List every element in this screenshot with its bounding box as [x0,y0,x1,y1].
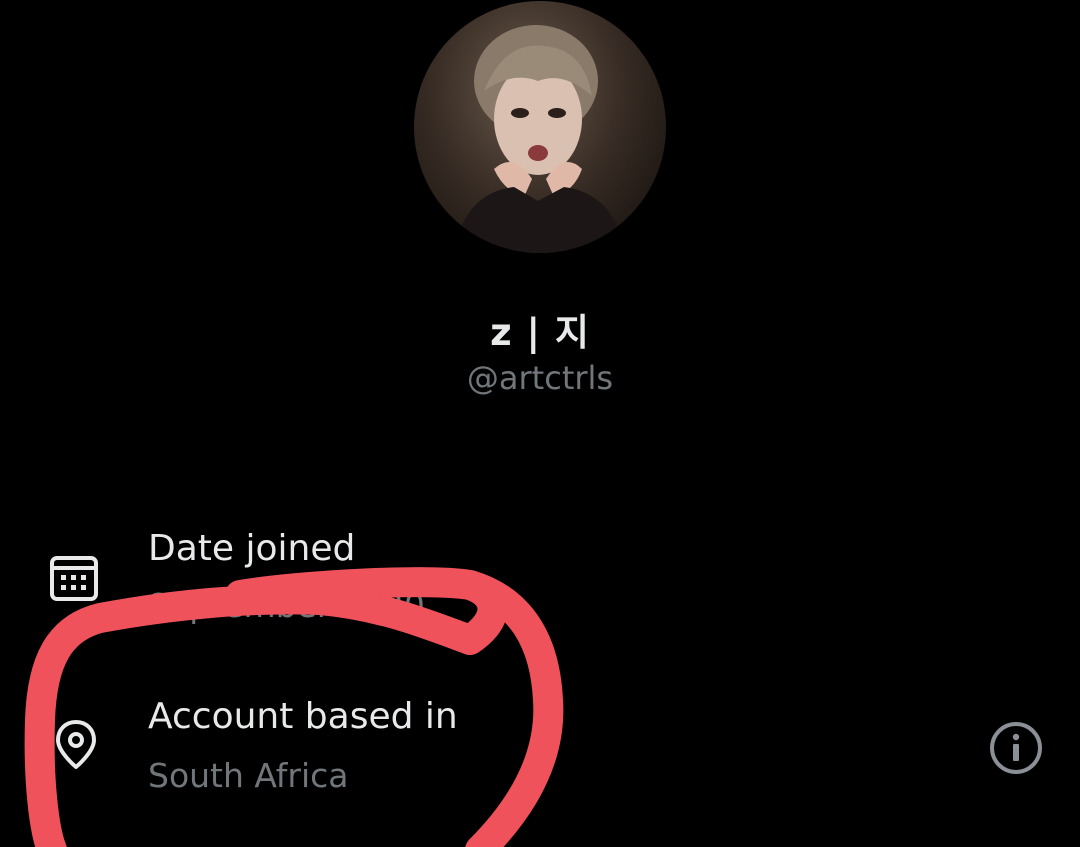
profile-avatar[interactable] [414,1,666,253]
profile-handle: @artctrls [466,359,614,397]
location-pin-icon [50,718,102,770]
calendar-icon [48,551,100,603]
info-button[interactable] [988,720,1044,776]
date-joined-label: Date joined [148,528,356,569]
avatar-photo [454,25,626,253]
account-based-in-label: Account based in [148,696,458,737]
date-joined-value: September 2020 [148,586,425,625]
account-info-screen: z | 지 @artctrls Date joined September 20… [0,0,1080,847]
profile-display-name: z | 지 [490,311,590,354]
info-icon [990,722,1042,774]
account-based-in-value: South Africa [148,756,349,795]
